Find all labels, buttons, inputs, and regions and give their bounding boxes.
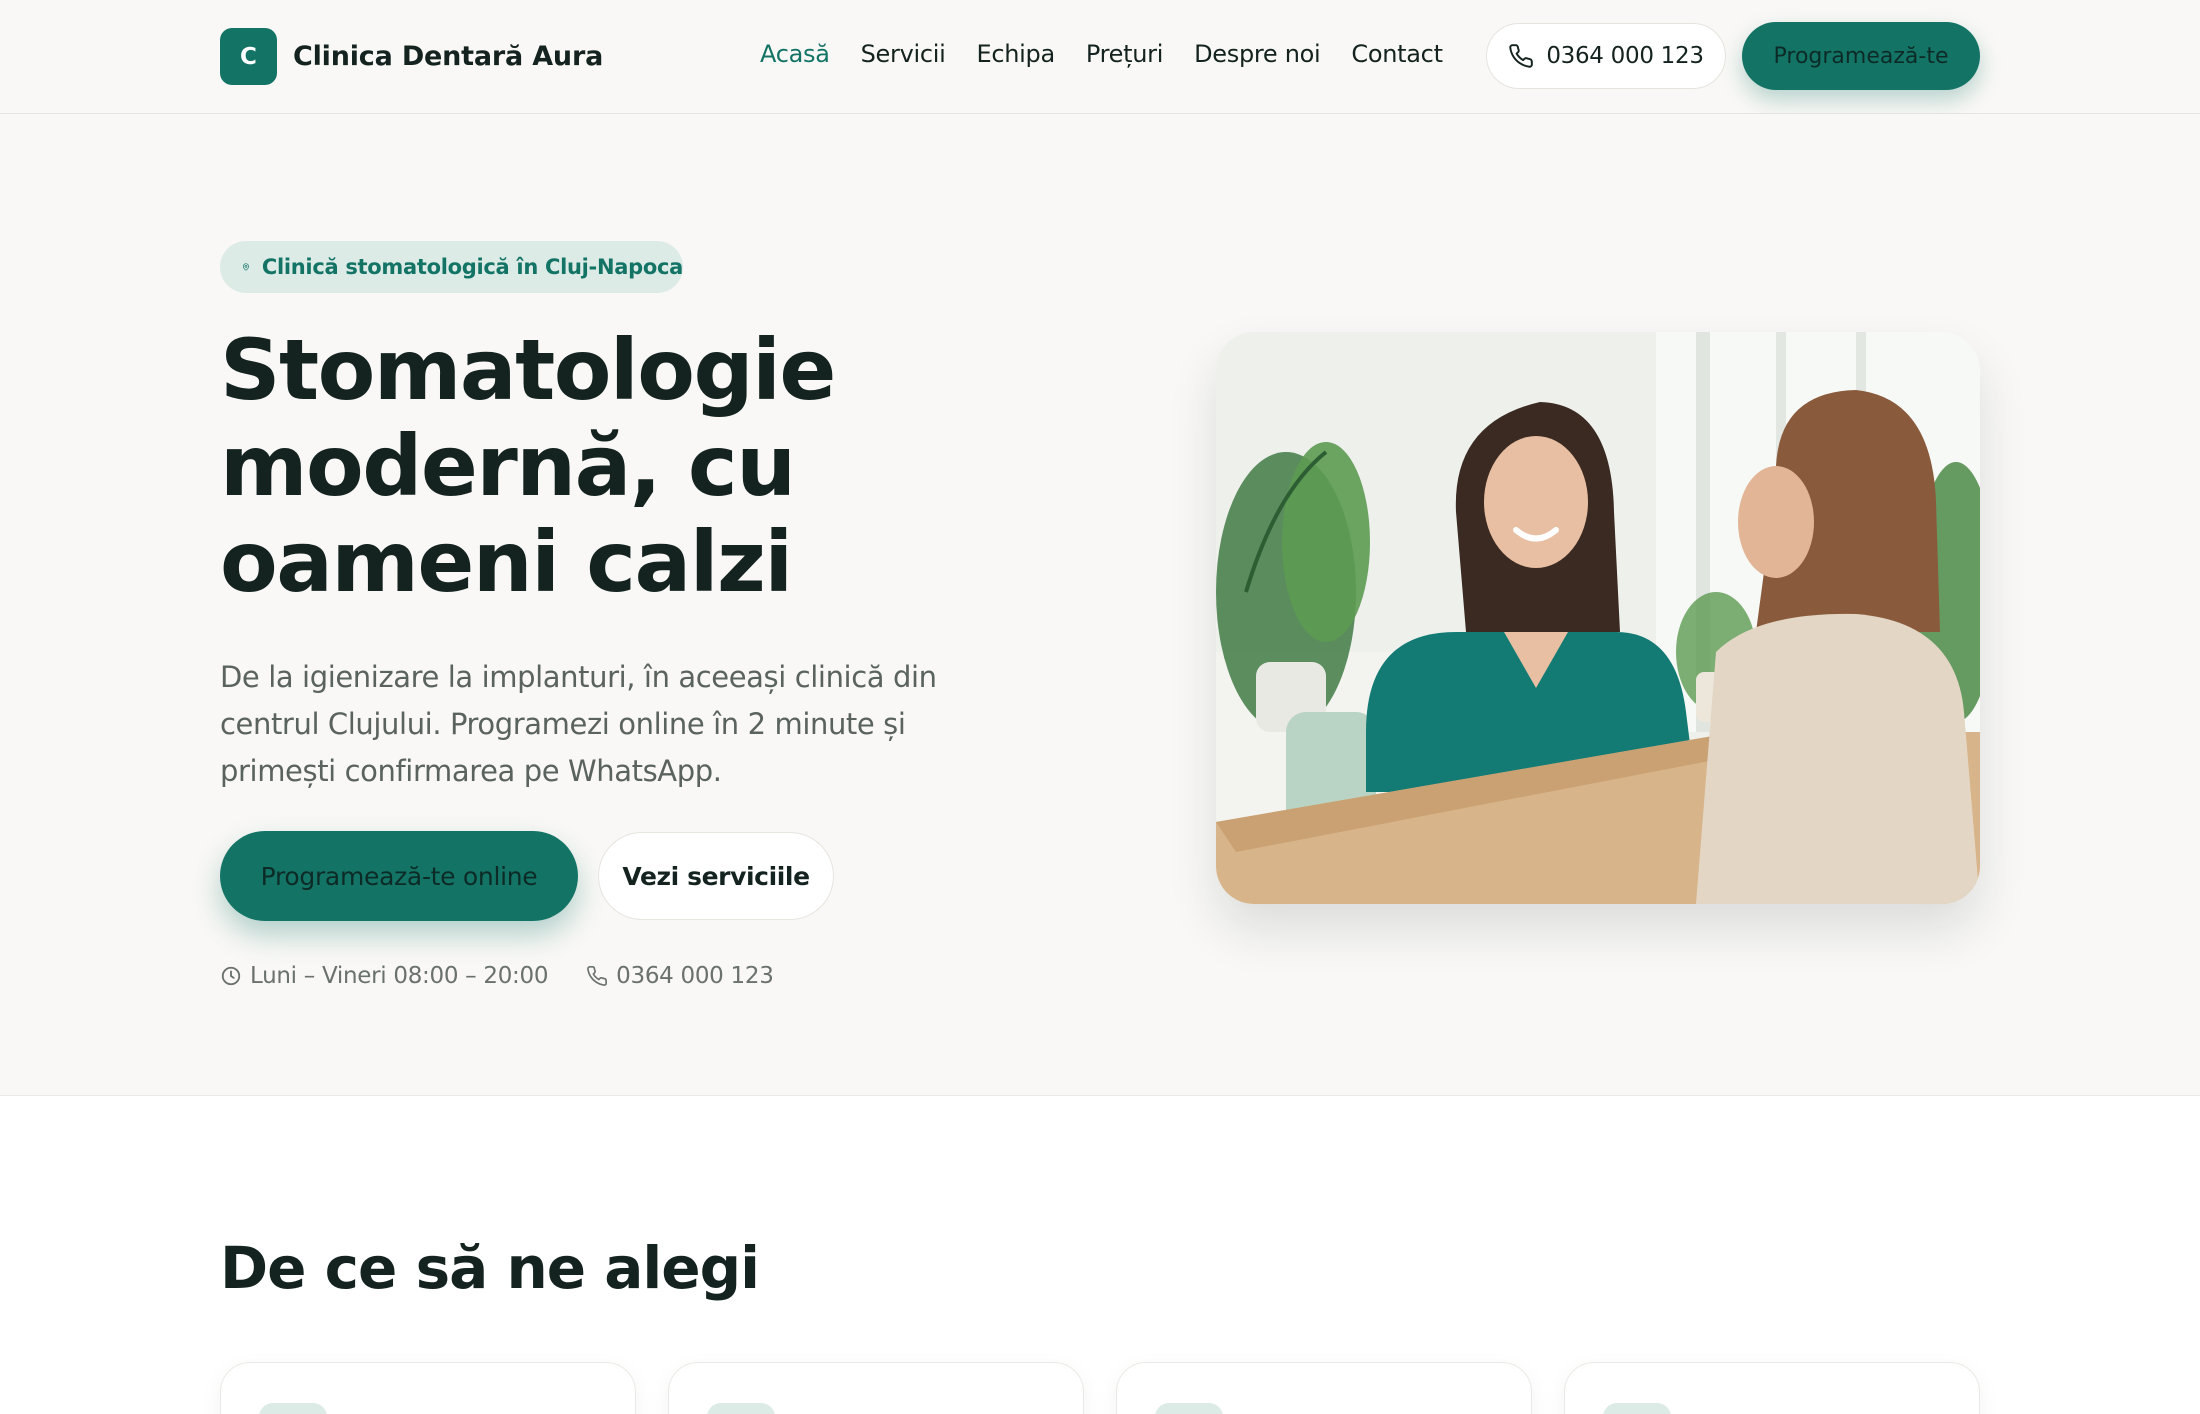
feature-icon: [707, 1403, 775, 1414]
view-services-button[interactable]: Vezi serviciile: [598, 832, 834, 920]
nav-item-preturi[interactable]: Prețuri: [1086, 40, 1164, 68]
nav-item-echipa[interactable]: Echipa: [977, 40, 1056, 68]
nav-item-contact[interactable]: Contact: [1351, 40, 1443, 68]
book-online-button[interactable]: Programează-te online: [220, 831, 578, 921]
hero-description: De la igienizare la implanturi, în aceea…: [220, 660, 937, 788]
hero-phone[interactable]: 0364 000 123: [586, 963, 774, 989]
phone-icon: [1509, 44, 1534, 68]
location-badge-label: Clinică stomatologică în Cluj-Napoca: [261, 255, 683, 279]
nav-item-acasa[interactable]: Acasă: [760, 40, 830, 68]
hero-phone-number: 0364 000 123: [616, 963, 774, 989]
feature-icon: [259, 1403, 327, 1414]
feature-card: [220, 1362, 636, 1414]
hero-photo: [1216, 332, 1980, 904]
site-header: C Clinica Dentară Aura Acasă Servicii Ec…: [0, 0, 2200, 114]
location-badge: Clinică stomatologică în Cluj-Napoca: [220, 241, 683, 293]
feature-card: [1116, 1362, 1532, 1414]
opening-hours: Luni – Vineri 08:00 – 20:00: [220, 963, 548, 989]
hero-meta: Luni – Vineri 08:00 – 20:00 0364 000 123: [220, 963, 812, 989]
nav-item-servicii[interactable]: Servicii: [861, 40, 946, 68]
opening-hours-label: Luni – Vineri 08:00 – 20:00: [250, 963, 549, 989]
brand[interactable]: C Clinica Dentară Aura: [220, 28, 603, 85]
feature-icon: [1155, 1403, 1223, 1414]
feature-card: [1564, 1362, 1980, 1414]
nav-item-despre-noi[interactable]: Despre noi: [1194, 40, 1321, 68]
location-pin-icon: [242, 263, 249, 271]
phone-icon: [587, 966, 608, 986]
logo-mark: C: [220, 28, 277, 85]
section-title-why-us: De ce să ne alegi: [220, 1234, 760, 1302]
brand-name: Clinica Dentară Aura: [293, 41, 604, 72]
clock-icon: [221, 966, 241, 986]
main-nav: Acasă Servicii Echipa Prețuri Despre noi…: [760, 40, 1474, 68]
hero-title: Stomatologie modernă, cu oameni calzi: [220, 321, 836, 611]
feature-icon: [1603, 1403, 1671, 1414]
hero-section: Clinică stomatologică în Cluj-Napoca Sto…: [0, 114, 2200, 1096]
feature-card: [668, 1362, 1084, 1414]
header-phone-number: 0364 000 123: [1546, 43, 1704, 69]
header-booking-button[interactable]: Programează-te: [1742, 22, 1980, 90]
header-phone-button[interactable]: 0364 000 123: [1486, 23, 1726, 89]
